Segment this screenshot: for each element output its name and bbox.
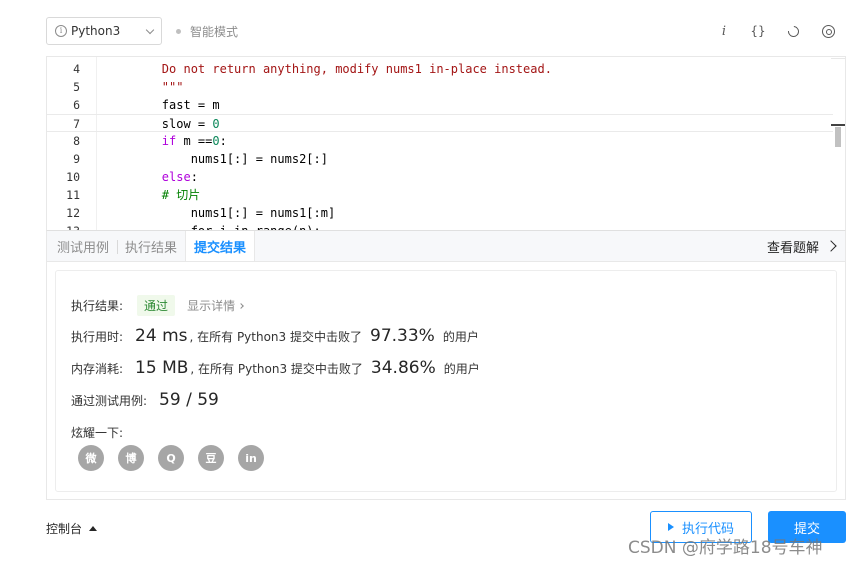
runtime-mid: , 在所有 Python3 提交中击败了 <box>189 330 363 344</box>
runtime-value: 24 ms <box>135 326 188 346</box>
weibo-icon[interactable]: 博 <box>118 445 144 471</box>
scroll-thumb[interactable] <box>835 127 841 147</box>
wechat-icon[interactable]: 微 <box>78 445 104 471</box>
mode-label: 智能模式 <box>190 25 239 39</box>
runtime-tail: 的用户 <box>442 330 479 344</box>
memory-mid: , 在所有 Python3 提交中击败了 <box>190 362 363 376</box>
settings-icon[interactable] <box>818 22 838 40</box>
share-label: 炫耀一下: <box>71 426 124 440</box>
show-detail-link[interactable]: 显示详情 <box>187 297 244 314</box>
tab-run-result[interactable]: 执行结果 <box>117 231 185 261</box>
result-panel-outer: 执行结果: 通过 显示详情 执行用时: 24 ms , 在所有 Python3 … <box>46 262 846 500</box>
status-badge: 通过 <box>137 295 176 316</box>
qq-icon[interactable]: Q <box>158 445 184 471</box>
code-line[interactable]: 10 else: <box>47 168 833 186</box>
memory-row: 内存消耗: 15 MB , 在所有 Python3 提交中击败了 34.86% … <box>71 358 480 378</box>
code-text: """ <box>104 80 184 94</box>
code-editor[interactable]: 4 Do not return anything, modify nums1 i… <box>46 56 846 230</box>
linkedin-icon[interactable]: in <box>238 445 264 471</box>
code-line[interactable]: 11 # 切片 <box>47 186 833 204</box>
code-line[interactable]: 13 for i in range(n): <box>47 222 833 230</box>
line-number: 13 <box>47 222 80 230</box>
memory-tail: 的用户 <box>443 362 480 376</box>
line-number: 4 <box>73 62 80 76</box>
view-solutions-link[interactable]: 查看题解 <box>767 231 845 261</box>
code-text: if m ==0: <box>104 134 227 148</box>
code-text: for i in range(n): <box>104 222 321 230</box>
code-line[interactable]: 7 slow = 0 <box>47 114 833 132</box>
cases-value: 59 / 59 <box>159 390 219 410</box>
language-select[interactable]: i Python3 <box>46 17 162 45</box>
memory-label: 内存消耗: <box>71 362 124 376</box>
code-text: nums1[:] = nums2[:] <box>104 152 328 166</box>
chevron-down-icon <box>145 25 155 34</box>
result-tabbar: 测试用例 执行结果 提交结果 查看题解 <box>46 230 846 262</box>
code-line[interactable]: 5 """ <box>47 78 833 96</box>
code-line[interactable]: 4 Do not return anything, modify nums1 i… <box>47 60 833 78</box>
code-line[interactable]: 8 if m ==0: <box>47 132 833 150</box>
line-number: 11 <box>66 188 80 202</box>
memory-value: 15 MB <box>135 358 189 378</box>
memory-percent: 34.86% <box>370 358 436 378</box>
code-text: else: <box>104 170 198 184</box>
info-icon[interactable]: i <box>714 22 734 40</box>
view-solutions-label: 查看题解 <box>766 240 819 256</box>
cases-row: 通过测试用例: 59 / 59 <box>71 390 221 410</box>
editor-scrollbar[interactable] <box>831 57 845 230</box>
language-select-value: Python3 <box>71 24 121 38</box>
code-line[interactable]: 9 nums1[:] = nums2[:] <box>47 150 833 168</box>
cursor-marker <box>831 124 845 126</box>
smart-mode-toggle[interactable]: 智能模式 <box>176 23 238 40</box>
share-icons: 微 博 Q 豆 in <box>78 445 264 471</box>
code-text: Do not return anything, modify nums1 in-… <box>104 62 552 76</box>
code-text: slow = 0 <box>104 117 220 131</box>
douban-icon[interactable]: 豆 <box>198 445 224 471</box>
line-number: 7 <box>73 117 80 131</box>
line-number: 9 <box>73 152 80 166</box>
console-label: 控制台 <box>46 522 83 536</box>
line-number: 5 <box>73 80 80 94</box>
runtime-percent: 97.33% <box>370 326 435 346</box>
caret-up-icon <box>89 526 98 531</box>
braces-icon[interactable]: {} <box>748 22 768 40</box>
console-toggle[interactable]: 控制台 <box>46 520 98 537</box>
tab-submit-result[interactable]: 提交结果 <box>185 231 256 261</box>
info-icon: i <box>55 25 67 37</box>
status-label: 执行结果: <box>71 299 124 313</box>
line-number: 8 <box>73 134 80 148</box>
code-line[interactable]: 12 nums1[:] = nums1[:m] <box>47 204 833 222</box>
code-text: # 切片 <box>104 188 201 202</box>
watermark: CSDN @府学路18号车神 <box>628 538 823 558</box>
undo-icon[interactable] <box>783 22 803 40</box>
line-number: 10 <box>66 170 80 184</box>
status-row: 执行结果: 通过 显示详情 <box>71 295 244 316</box>
share-row: 炫耀一下: <box>71 424 123 441</box>
line-number: 6 <box>73 98 80 112</box>
submit-result-panel: 执行结果: 通过 显示详情 执行用时: 24 ms , 在所有 Python3 … <box>55 270 837 492</box>
play-icon <box>667 523 674 531</box>
runtime-label: 执行用时: <box>71 330 124 344</box>
runtime-row: 执行用时: 24 ms , 在所有 Python3 提交中击败了 97.33% … <box>71 326 479 346</box>
chevron-right-icon <box>238 303 244 309</box>
code-text: nums1[:] = nums1[:m] <box>104 206 336 220</box>
chevron-right-icon <box>825 240 837 252</box>
cases-label: 通过测试用例: <box>71 394 148 408</box>
mode-dot-icon <box>176 29 181 34</box>
line-number: 12 <box>66 206 80 220</box>
code-line[interactable]: 6 fast = m <box>47 96 833 114</box>
code-text: fast = m <box>104 98 220 112</box>
tab-test-cases[interactable]: 测试用例 <box>47 231 117 261</box>
